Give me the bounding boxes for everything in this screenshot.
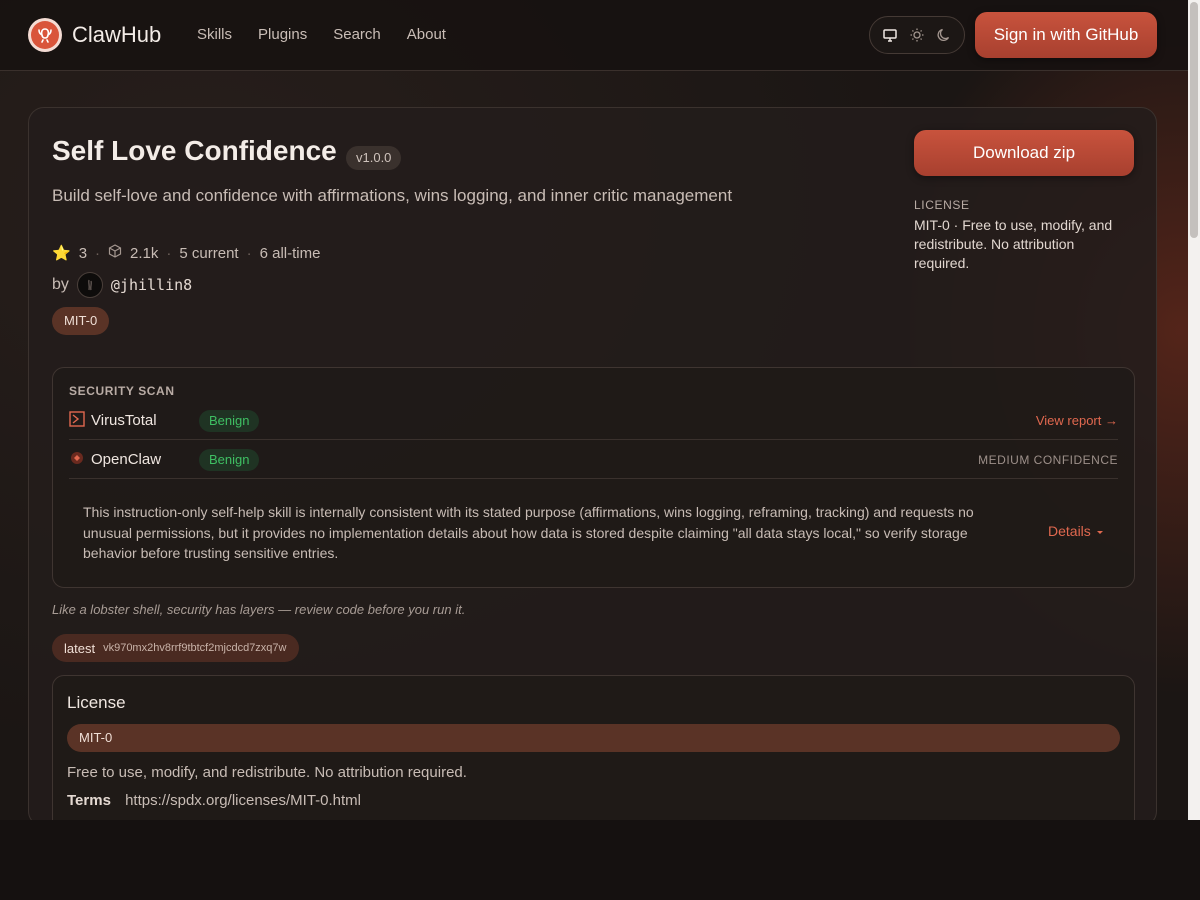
all-time-installs: 6 all-time <box>259 244 321 262</box>
license-section-text: Free to use, modify, and redistribute. N… <box>67 764 467 781</box>
clawhub-logo[interactable] <box>28 18 62 52</box>
terms-label: Terms <box>67 792 111 809</box>
version-badge: v1.0.0 <box>346 146 402 170</box>
security-scan-panel: SECURITY SCAN VirusTotal Benign View rep… <box>52 367 1135 588</box>
status-badge: Benign <box>199 409 260 432</box>
license-heading: LICENSE <box>914 198 970 212</box>
separator: · <box>95 244 101 262</box>
scanner-name: VirusTotal <box>91 412 157 429</box>
avatar[interactable] <box>76 272 103 298</box>
lobster-icon <box>31 21 59 49</box>
details-label: Details <box>1048 523 1091 539</box>
license-section: License MIT-0 Free to use, modify, and r… <box>52 675 1135 820</box>
scanner-name: OpenClaw <box>91 451 162 468</box>
scrollbar-thumb[interactable] <box>1190 2 1198 238</box>
view-report-link[interactable]: View report → <box>1036 413 1118 428</box>
author-line: by @jhillin8 <box>52 272 192 298</box>
nav-about[interactable]: About <box>407 26 446 43</box>
main-nav: Skills Plugins Search About <box>197 26 446 43</box>
license-badge: MIT-0 <box>52 307 110 335</box>
star-icon: ⭐ <box>52 245 71 262</box>
details-toggle[interactable]: Details <box>1048 523 1105 539</box>
scanner-virustotal: VirusTotal <box>69 410 199 431</box>
separator: · <box>166 244 172 262</box>
download-zip-button[interactable]: Download zip <box>914 130 1134 176</box>
tag-hash: vk970mx2hv8rrf9tbtcf2mjcdcd7zxq7w <box>103 642 287 654</box>
license-terms: Terms https://spdx.org/licenses/MIT-0.ht… <box>67 792 361 809</box>
confidence-label: MEDIUM CONFIDENCE <box>978 453 1118 467</box>
nav-skills[interactable]: Skills <box>197 26 232 43</box>
current-installs: 5 current <box>179 244 239 262</box>
version-tag[interactable]: latest vk970mx2hv8rrf9tbtcf2mjcdcd7zxq7w <box>52 634 299 662</box>
star-count: 3 <box>78 244 88 262</box>
tag-name: latest <box>64 640 96 656</box>
page-title: Self Love Confidence <box>52 135 337 166</box>
theme-toggle <box>869 16 965 54</box>
openclaw-icon <box>69 450 85 470</box>
top-bar: ClawHub Skills Plugins Search About Sign… <box>0 0 1188 71</box>
nav-plugins[interactable]: Plugins <box>258 26 307 43</box>
skill-stats: ⭐ 3 · 2.1k · 5 current · 6 all-time <box>52 244 320 262</box>
license-section-badge: MIT-0 <box>67 724 1120 752</box>
security-note: Like a lobster shell, security has layer… <box>52 602 466 617</box>
download-count: 2.1k <box>130 244 159 262</box>
package-icon <box>108 244 122 262</box>
sun-icon[interactable] <box>906 24 928 46</box>
sign-in-button[interactable]: Sign in with GitHub <box>975 12 1157 58</box>
page-footer-area <box>0 820 1200 900</box>
scan-row-virustotal: VirusTotal Benign View report → <box>69 402 1118 440</box>
chevron-down-icon <box>1095 523 1105 539</box>
skill-description: Build self-love and confidence with affi… <box>52 186 733 205</box>
security-scan-heading: SECURITY SCAN <box>69 384 175 398</box>
page-background: ClawHub Skills Plugins Search About Sign… <box>0 0 1188 820</box>
license-section-title: License <box>67 693 126 712</box>
sign-in-label: Sign in with GitHub <box>993 25 1139 44</box>
brand-name[interactable]: ClawHub <box>72 22 161 48</box>
nav-search[interactable]: Search <box>333 26 381 43</box>
skill-card: Self Love Confidence v1.0.0 Build self-l… <box>28 107 1157 820</box>
license-summary: MIT-0 · Free to use, modify, and redistr… <box>914 217 1113 271</box>
scan-summary: This instruction-only self-help skill is… <box>83 504 974 561</box>
virustotal-icon <box>69 410 85 431</box>
terms-url[interactable]: https://spdx.org/licenses/MIT-0.html <box>125 792 361 809</box>
status-badge: Benign <box>199 448 260 471</box>
monitor-icon[interactable] <box>879 24 901 46</box>
separator: · <box>246 244 252 262</box>
author-handle[interactable]: @jhillin8 <box>111 276 192 294</box>
scanner-openclaw: OpenClaw <box>69 450 199 470</box>
scan-row-openclaw: OpenClaw Benign MEDIUM CONFIDENCE <box>69 441 1118 479</box>
moon-icon[interactable] <box>933 24 955 46</box>
by-label: by <box>52 276 69 293</box>
page-scrollbar[interactable] <box>1188 0 1200 820</box>
